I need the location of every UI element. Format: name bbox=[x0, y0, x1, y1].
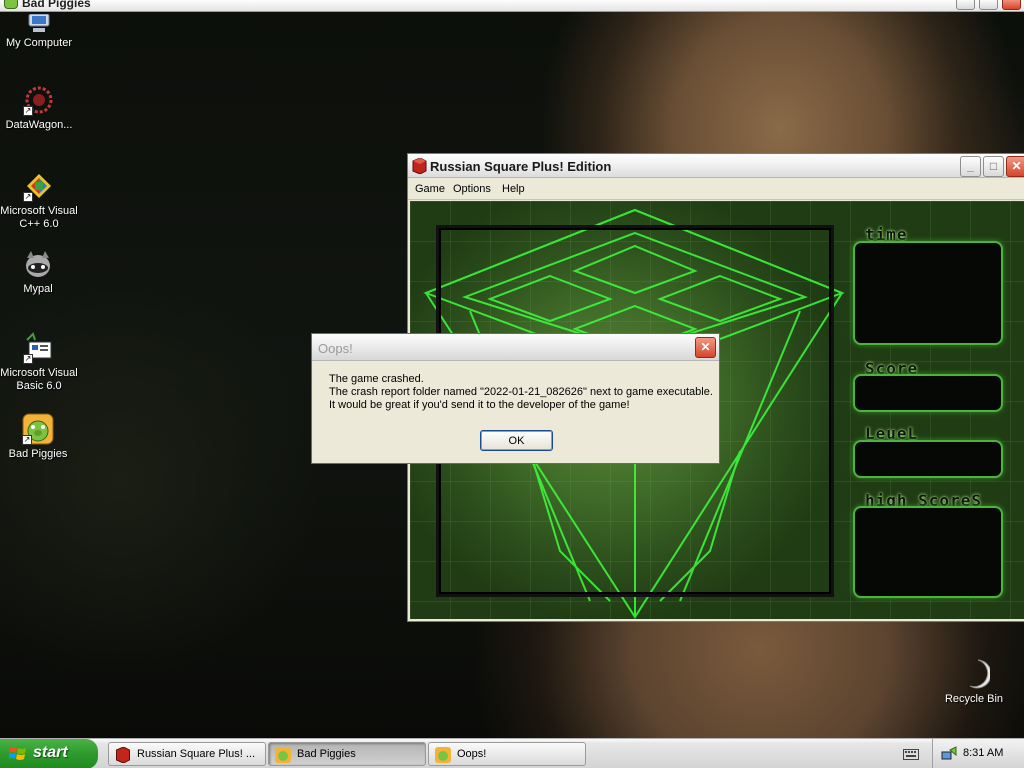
desktop-icon-recycle-bin[interactable]: Recycle Bin bbox=[934, 658, 1014, 706]
bad-piggies-icon bbox=[4, 0, 18, 9]
desktop-icon-label: DataWagon... bbox=[5, 119, 73, 131]
my-computer-icon bbox=[23, 13, 55, 34]
desktop-icon-label: Mypal bbox=[23, 283, 53, 295]
high-scores-panel bbox=[853, 506, 1003, 598]
desktop-icon-label: My Computer bbox=[5, 37, 73, 49]
bad-piggies-window-titlebar[interactable]: Bad Piggies bbox=[0, 0, 1024, 12]
shortcut-arrow-icon: ↗ bbox=[23, 106, 33, 116]
desktop-icon-label: Recycle Bin bbox=[944, 693, 1004, 705]
crash-dialog[interactable]: Oops! ✕ The game crashed. The crash repo… bbox=[311, 333, 720, 464]
mypal-icon bbox=[22, 248, 54, 280]
close-button[interactable]: ✕ bbox=[1006, 156, 1024, 177]
minimize-button[interactable] bbox=[956, 0, 975, 10]
windows-flag-icon bbox=[9, 747, 26, 760]
taskbar-item-bad-piggies[interactable]: Bad Piggies bbox=[268, 742, 426, 766]
taskbar-item-oops[interactable]: Oops! bbox=[428, 742, 586, 766]
dialog-message: The game crashed. The crash report folde… bbox=[329, 373, 713, 412]
minimize-button[interactable]: _ bbox=[960, 156, 981, 177]
menu-game[interactable]: Game bbox=[415, 183, 445, 195]
visual-cpp-icon: ↗ bbox=[23, 170, 55, 202]
maximize-button[interactable] bbox=[979, 0, 998, 10]
shortcut-arrow-icon: ↗ bbox=[22, 435, 32, 445]
system-tray: 8:31 AM bbox=[932, 739, 1024, 768]
taskbar-item-label: Bad Piggies bbox=[297, 748, 356, 760]
recycle-bin-icon bbox=[958, 658, 992, 690]
close-button[interactable] bbox=[1002, 0, 1021, 10]
keyboard-icon[interactable] bbox=[903, 747, 919, 761]
ok-button[interactable]: OK bbox=[480, 430, 553, 451]
taskbar-item-label: Russian Square Plus! ... bbox=[137, 748, 256, 760]
bad-piggies-icon bbox=[435, 747, 451, 763]
desktop: Bad Piggies My Computer ↗ DataWagon... ↗… bbox=[0, 0, 1024, 738]
start-button[interactable]: start bbox=[0, 739, 98, 768]
dialog-title: Oops! bbox=[318, 341, 353, 356]
taskbar: start Russian Square Plus! ... Bad Piggi… bbox=[0, 738, 1024, 768]
russian-square-icon bbox=[116, 747, 130, 763]
russian-square-icon bbox=[412, 158, 427, 174]
clock[interactable]: 8:31 AM bbox=[963, 747, 1003, 759]
taskbar-item-label: Oops! bbox=[457, 748, 487, 760]
desktop-icon-label: Bad Piggies bbox=[8, 448, 68, 460]
score-panel bbox=[853, 374, 1003, 412]
dialog-message-line: The game crashed. bbox=[329, 373, 424, 385]
visual-basic-icon: ↗ bbox=[23, 332, 55, 364]
bad-piggies-icon bbox=[275, 747, 291, 763]
desktop-icon-visual-basic[interactable]: ↗ Microsoft Visual Basic 6.0 bbox=[0, 332, 79, 393]
menu-options[interactable]: Options bbox=[453, 183, 491, 195]
shortcut-arrow-icon: ↗ bbox=[23, 192, 33, 202]
menu-help[interactable]: Help bbox=[502, 183, 525, 195]
start-label: start bbox=[33, 744, 68, 761]
network-icon[interactable] bbox=[941, 746, 957, 762]
level-panel bbox=[853, 440, 1003, 478]
desktop-icon-label: Microsoft Visual C++ 6.0 bbox=[0, 205, 78, 230]
desktop-icon-label: Microsoft Visual Basic 6.0 bbox=[0, 367, 78, 392]
close-button[interactable]: ✕ bbox=[695, 337, 716, 358]
menu-bar: Game Options Help bbox=[408, 178, 1024, 200]
desktop-icon-bad-piggies[interactable]: ↗ Bad Piggies bbox=[0, 413, 78, 461]
shortcut-arrow-icon: ↗ bbox=[23, 354, 33, 364]
dialog-message-line: The crash report folder named "2022-01-2… bbox=[329, 386, 713, 398]
desktop-icon-datawagon[interactable]: ↗ DataWagon... bbox=[0, 84, 79, 132]
datawagon-icon: ↗ bbox=[23, 84, 55, 116]
window-title: Bad Piggies bbox=[22, 0, 91, 10]
desktop-icon-visual-cpp[interactable]: ↗ Microsoft Visual C++ 6.0 bbox=[0, 170, 79, 231]
dialog-titlebar[interactable]: Oops! ✕ bbox=[312, 334, 719, 361]
dialog-message-line: It would be great if you'd send it to th… bbox=[329, 399, 630, 411]
game-window-titlebar[interactable]: Russian Square Plus! Edition _ □ ✕ bbox=[408, 154, 1024, 178]
desktop-icon-my-computer[interactable]: My Computer bbox=[0, 13, 79, 50]
taskbar-item-russian-square[interactable]: Russian Square Plus! ... bbox=[108, 742, 266, 766]
window-title: Russian Square Plus! Edition bbox=[430, 159, 612, 174]
maximize-button[interactable]: □ bbox=[983, 156, 1004, 177]
desktop-icon-mypal[interactable]: Mypal bbox=[0, 248, 78, 296]
bad-piggies-icon: ↗ bbox=[22, 413, 54, 445]
time-panel bbox=[853, 241, 1003, 345]
